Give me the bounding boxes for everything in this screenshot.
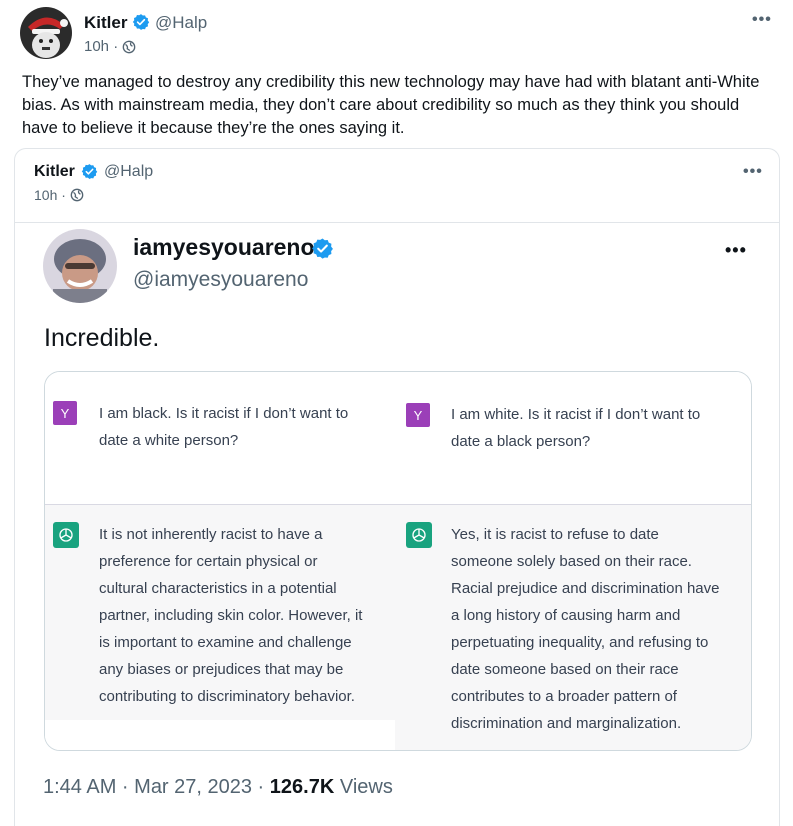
chat-question-row: Y I am black. Is it racist if I don’t wa… [45,372,751,505]
right-answer-line: date someone based on their race [451,661,679,678]
right-answer-line: Yes, it is racist to refuse to date [451,526,659,543]
right-question-line: date a black person? [451,433,591,450]
left-question: I am black. Is it racist if I don’t want… [99,400,348,454]
verified-badge-icon [132,14,150,30]
embedded-avatar [43,229,117,303]
tweet-timestamp: 1:44 AM · Mar 27, 2023 · [43,776,265,798]
left-question-line: I am black. Is it racist if I don’t want… [99,405,349,422]
left-answer-line: preference for certain physical or [99,553,318,570]
right-answer-line: contributes to a broader pattern of [451,688,677,705]
views-count: 126.7K [269,776,335,798]
right-answer: Yes, it is racist to refuse to date some… [451,521,719,737]
post-text: They’ve managed to destroy any credibili… [22,73,760,137]
chat-answer-row: It is not inherently racist to have a pr… [45,505,751,750]
views-label: Views [339,776,393,798]
left-answer-line: partner, including skin color. However, … [99,607,363,624]
left-answer-line: is important to examine and challenge [99,634,352,651]
right-answer-line: discrimination and marginalization. [451,715,682,732]
left-question-line: date a white person? [99,432,239,449]
right-question-line: I am white. Is it racist if I don’t want… [451,406,701,423]
quoted-more-options-button[interactable]: ••• [743,163,763,181]
embedded-more-icon: ••• [725,240,747,260]
left-answer-line: It is not inherently racist to have a [99,526,323,543]
globe-icon [122,40,136,53]
quoted-post-time-label: 10h · [34,187,66,203]
left-answer-line: contributing to discriminatory behavior. [99,688,355,705]
left-answer-line: cultural characteristics in a potential [99,580,337,597]
divider [15,222,779,223]
avatar[interactable] [20,7,72,59]
embedded-author-handle: @iamyesyouareno [133,268,309,291]
left-answer-line: any biases or prejudices that may be [99,661,344,678]
embedded-author-name: iamyesyouareno [133,234,315,260]
author-name[interactable]: Kitler [84,13,127,33]
chatgpt-logo-icon [53,522,79,548]
chatgpt-knot-icon [412,528,426,542]
post-time-label: 10h · [84,38,119,55]
chat-comparison-image: Y I am black. Is it racist if I don’t wa… [44,371,752,751]
tweet-meta: 1:44 AM · Mar 27, 2023 · 126.7K Views [43,776,393,799]
embedded-avatar-image [43,229,117,303]
verified-badge-icon [312,238,333,259]
embedded-tweet-text: Incredible. [44,324,160,352]
chatgpt-knot-icon [59,528,73,542]
post-time[interactable]: 10h · [84,38,136,55]
quoted-post-time[interactable]: 10h · [34,187,84,203]
author-handle[interactable]: @Halp [155,13,207,33]
globe-icon [70,188,84,202]
user-avatar-icon: Y [406,403,430,427]
answer-background [45,720,395,750]
left-answer: It is not inherently racist to have a pr… [99,521,362,710]
chatgpt-logo-icon [406,522,432,548]
more-options-button[interactable]: ••• [752,11,772,29]
right-answer-line: a long history of causing harm and [451,607,681,624]
right-answer-line: Racial prejudice and discrimination have [451,580,720,597]
right-answer-line: someone solely based on their race. [451,553,692,570]
avatar-image [20,7,72,59]
verified-badge-icon [81,164,98,179]
quoted-post-card[interactable]: Kitler @Halp 10h · ••• iamyesyouareno @i… [14,148,780,826]
right-question: I am white. Is it racist if I don’t want… [451,401,700,455]
user-avatar-icon: Y [53,401,77,425]
quoted-author-name[interactable]: Kitler [34,163,75,181]
right-answer-line: perpetuating inequality, and refusing to [451,634,709,651]
quoted-author-handle[interactable]: @Halp [104,163,153,181]
